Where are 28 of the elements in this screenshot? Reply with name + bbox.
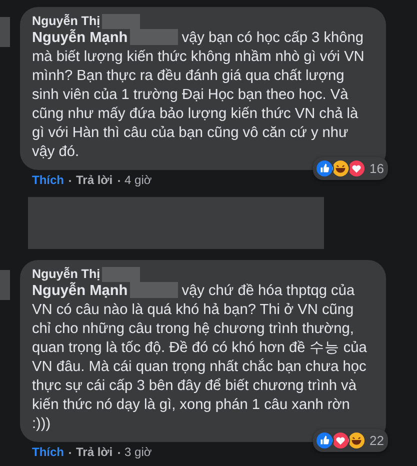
- like-link[interactable]: Thích: [32, 173, 64, 188]
- reaction-summary[interactable]: 16: [312, 157, 388, 180]
- redaction-block: [130, 29, 178, 45]
- separator-dot: [118, 180, 120, 182]
- redaction-block: [102, 267, 140, 282]
- redaction-block: [0, 270, 10, 300]
- reply-link[interactable]: Trả lời: [76, 445, 113, 460]
- comment-time[interactable]: 3 giờ: [124, 445, 152, 460]
- author-name[interactable]: Nguyễn Thị: [32, 267, 100, 282]
- separator-dot: [118, 452, 120, 454]
- like-link[interactable]: Thích: [32, 445, 64, 460]
- reply-link[interactable]: Trả lời: [76, 173, 113, 188]
- mention-link[interactable]: Nguyễn Mạnh: [32, 30, 128, 46]
- laughing-emoji-icon: [330, 159, 350, 178]
- redaction-block: [130, 282, 178, 298]
- redaction-block: [0, 17, 10, 47]
- thumbs-up-icon: [314, 431, 334, 450]
- laughing-emoji-icon: [346, 431, 366, 450]
- separator-dot: [69, 452, 71, 454]
- heart-icon: [346, 159, 366, 178]
- redaction-block: [102, 14, 140, 29]
- comment-time[interactable]: 4 giờ: [124, 173, 152, 188]
- separator-dot: [69, 180, 71, 182]
- mention-link[interactable]: Nguyễn Mạnh: [32, 283, 128, 299]
- thumbs-up-icon: [314, 159, 334, 178]
- reaction-summary[interactable]: 22: [312, 429, 388, 452]
- author-name[interactable]: Nguyễn Thị: [32, 14, 100, 29]
- heart-icon: [330, 431, 350, 450]
